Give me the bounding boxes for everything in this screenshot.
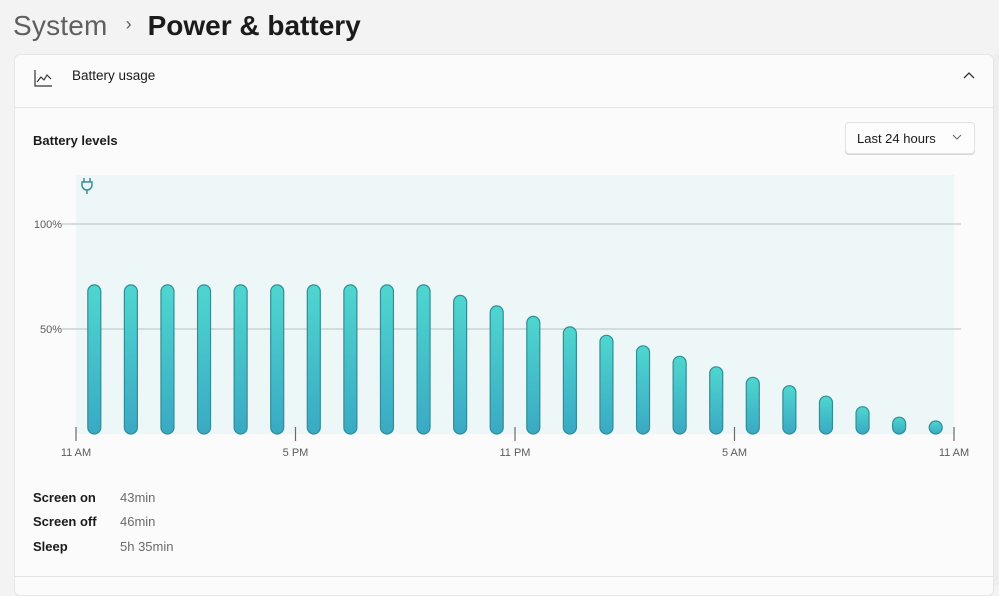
battery-bar	[489, 305, 504, 435]
battery-bar	[453, 294, 468, 435]
breadcrumb-system-link[interactable]: System	[13, 10, 108, 42]
stat-value: 46min	[120, 514, 156, 530]
battery-bar	[270, 284, 285, 435]
usage-stats: Screen on 43min Screen off 46min Sleep 5…	[33, 485, 173, 559]
battery-bar	[855, 406, 870, 435]
battery-bar	[526, 315, 541, 435]
battery-bar	[928, 420, 943, 435]
stat-label: Screen on	[33, 489, 96, 505]
battery-bar	[818, 395, 834, 435]
battery-bar	[160, 284, 175, 435]
battery-bar	[196, 284, 212, 435]
stat-label: Screen off	[33, 514, 97, 530]
battery-bar	[709, 366, 724, 435]
stat-value: 5h 35min	[120, 538, 174, 554]
stat-label: Sleep	[33, 538, 68, 554]
breadcrumb-separator-icon: ›	[125, 13, 132, 34]
scrollbar-track[interactable]	[994, 54, 999, 586]
battery-bar	[782, 385, 797, 435]
stat-sleep: Sleep 5h 35min	[33, 534, 173, 559]
stat-screen-on: Screen on 43min	[33, 485, 173, 510]
section-divider	[15, 576, 993, 577]
x-tick-label: 11 PM	[500, 447, 531, 459]
battery-bar	[745, 376, 760, 435]
battery-bar	[562, 326, 577, 435]
battery-usage-card: Battery usage Battery levels Last 24 hou…	[14, 54, 994, 596]
battery-bar	[306, 284, 321, 435]
battery-bar	[599, 334, 614, 435]
battery-bar	[892, 416, 907, 435]
x-tick-label: 5 AM	[722, 447, 747, 459]
x-tick-label: 5 PM	[283, 447, 309, 459]
battery-levels-chart: 100% 50% 11 AM 5 PM 11 PM 5 AM 11 AM	[34, 175, 969, 459]
battery-bar	[123, 284, 138, 435]
y-tick-label: 100%	[34, 219, 62, 231]
page-title: Power & battery	[147, 10, 361, 41]
battery-bar	[87, 284, 102, 435]
x-tick-label: 11 AM	[939, 447, 969, 459]
stat-value: 43min	[120, 489, 156, 505]
battery-bar	[416, 284, 431, 435]
breadcrumb: System › Power & battery	[13, 6, 361, 46]
y-tick-label: 50%	[40, 324, 62, 336]
battery-bar	[635, 345, 651, 435]
battery-bar	[379, 284, 395, 435]
battery-bar	[672, 355, 687, 435]
battery-bar	[233, 284, 248, 435]
stat-screen-off: Screen off 46min	[33, 510, 173, 535]
x-tick-label: 11 AM	[61, 447, 91, 459]
battery-bar	[343, 284, 358, 435]
